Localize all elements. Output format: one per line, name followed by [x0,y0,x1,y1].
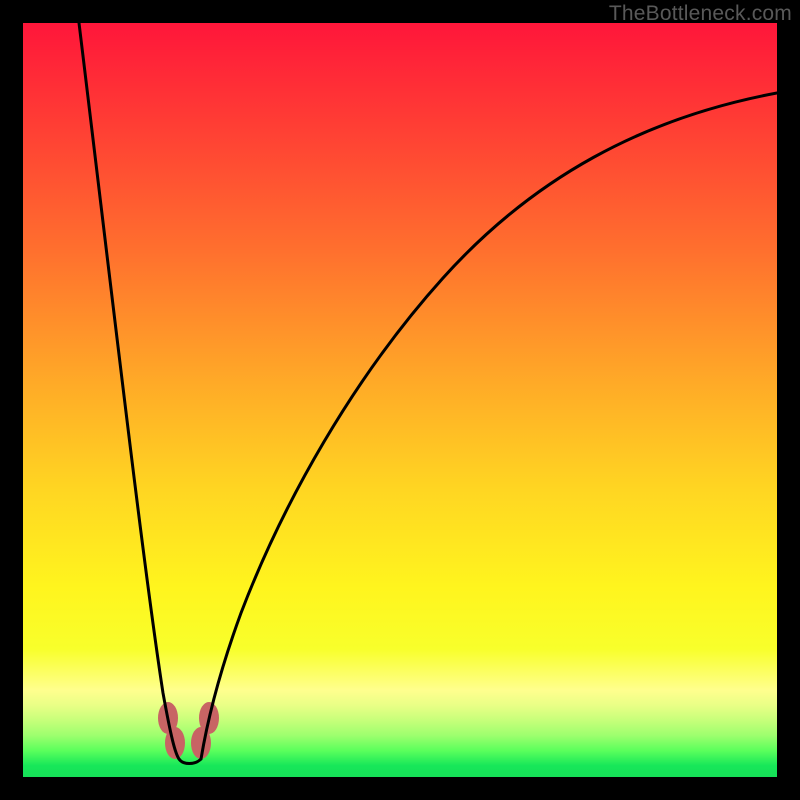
watermark-text: TheBottleneck.com [609,2,792,26]
left-curve [79,23,179,759]
curve-layer [23,23,777,777]
marker-dot [165,727,185,759]
curve-join [179,759,201,764]
right-curve [201,93,777,759]
outer-frame: TheBottleneck.com [0,0,800,800]
plot-area [23,23,777,777]
